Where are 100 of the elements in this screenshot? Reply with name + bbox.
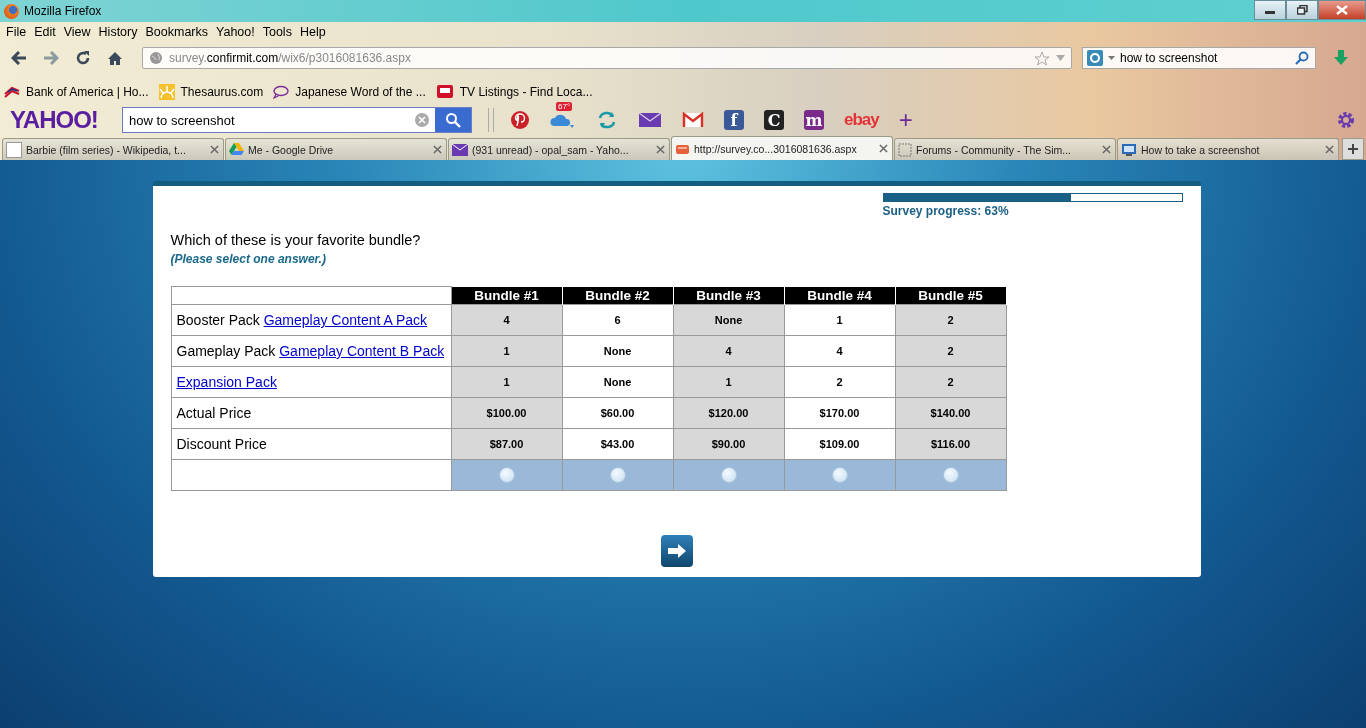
browser-tab[interactable]: Barbie (film series) - Wikipedia, t... bbox=[2, 138, 224, 160]
flame-icon bbox=[675, 142, 690, 155]
menu-item[interactable]: Help bbox=[295, 25, 330, 39]
column-header: Bundle #3 bbox=[673, 286, 784, 305]
close-icon bbox=[1336, 5, 1348, 15]
search-icon bbox=[1295, 51, 1309, 65]
radio-button[interactable] bbox=[720, 467, 737, 483]
browser-tab[interactable]: How to take a screenshot bbox=[1117, 138, 1339, 160]
table-cell: $170.00 bbox=[784, 397, 895, 429]
arrows-icon[interactable] bbox=[596, 110, 618, 130]
search-box[interactable]: how to screenshot bbox=[1082, 47, 1316, 69]
menu-item[interactable]: File bbox=[2, 25, 31, 39]
table-cell: None bbox=[673, 304, 784, 336]
reload-icon bbox=[75, 50, 91, 66]
bookmark-item[interactable]: Japanese Word of the ... bbox=[273, 85, 426, 99]
new-tab-button[interactable] bbox=[1342, 138, 1364, 160]
bookmark-item[interactable]: Bank of America | Ho... bbox=[4, 85, 149, 99]
browser-tab[interactable]: (931 unread) - opal_sam - Yaho... bbox=[448, 138, 670, 160]
table-cell: 1 bbox=[673, 366, 784, 398]
temperature-badge: 67° bbox=[556, 102, 573, 111]
address-bar[interactable]: survey.confirmit.com/wix6/p3016081636.aspx bbox=[142, 47, 1072, 69]
pack-link[interactable]: Expansion Pack bbox=[176, 374, 277, 390]
column-header: Bundle #2 bbox=[562, 286, 673, 305]
table-cell: $120.00 bbox=[673, 397, 784, 429]
settings-icon[interactable] bbox=[1336, 110, 1356, 130]
radio-button[interactable] bbox=[831, 467, 848, 483]
tab-close-icon[interactable] bbox=[1102, 145, 1111, 154]
forward-arrow-icon bbox=[43, 51, 59, 65]
menu-item[interactable]: Bookmarks bbox=[141, 25, 212, 39]
table-cell: 6 bbox=[562, 304, 673, 336]
dropdown-icon[interactable] bbox=[1056, 55, 1065, 61]
table-cell: $116.00 bbox=[895, 428, 1006, 460]
table-cell: None bbox=[562, 366, 673, 398]
speech-bubble-icon bbox=[273, 85, 290, 99]
menu-item[interactable]: History bbox=[94, 25, 142, 39]
close-button[interactable] bbox=[1318, 0, 1366, 20]
progress-label: Survey progress: 63% bbox=[882, 204, 1009, 218]
row-label: Booster Pack Gameplay Content A Pack bbox=[171, 304, 451, 336]
bookmark-item[interactable]: Thesaurus.com bbox=[158, 84, 264, 100]
bookmark-item[interactable]: TV Listings - Find Loca... bbox=[435, 84, 593, 100]
restore-button[interactable] bbox=[1286, 0, 1318, 20]
browser-tab[interactable]: http://survey.co...3016081636.aspx bbox=[671, 136, 893, 160]
table-cell: $60.00 bbox=[562, 397, 673, 429]
row-label: Gameplay Pack Gameplay Content B Pack bbox=[171, 335, 451, 367]
globe-icon bbox=[149, 51, 163, 65]
star-icon[interactable] bbox=[1034, 50, 1050, 66]
window-title: Mozilla Firefox bbox=[24, 4, 102, 18]
toolbar-button[interactable]: m bbox=[804, 110, 824, 130]
tv-icon bbox=[435, 84, 454, 100]
search-input[interactable]: how to screenshot bbox=[1120, 51, 1290, 65]
add-button[interactable]: + bbox=[898, 110, 913, 130]
menu-item[interactable]: View bbox=[59, 25, 95, 39]
table-cell: $140.00 bbox=[895, 397, 1006, 429]
table-cell: 4 bbox=[673, 335, 784, 367]
column-header: Bundle #4 bbox=[784, 286, 895, 305]
pack-link[interactable]: Gameplay Content A Pack bbox=[263, 312, 428, 328]
restore-icon bbox=[1296, 5, 1308, 15]
g-logo-icon bbox=[1087, 50, 1103, 66]
column-header: Bundle #5 bbox=[895, 286, 1006, 305]
table-cell: $43.00 bbox=[562, 428, 673, 460]
dropdown-icon bbox=[1108, 56, 1115, 60]
table-cell: 2 bbox=[895, 304, 1006, 336]
minimize-button[interactable] bbox=[1254, 0, 1286, 20]
tab-close-icon[interactable] bbox=[656, 145, 665, 154]
plus-icon bbox=[1348, 144, 1358, 154]
flag-icon bbox=[4, 86, 20, 98]
table-cell: 1 bbox=[784, 304, 895, 336]
radio-button[interactable] bbox=[498, 467, 515, 483]
menu-item[interactable]: Yahoo! bbox=[212, 25, 259, 39]
menu-item[interactable]: Tools bbox=[258, 25, 296, 39]
table-cell: $109.00 bbox=[784, 428, 895, 460]
table-cell: $87.00 bbox=[451, 428, 562, 460]
tab-close-icon[interactable] bbox=[210, 145, 219, 154]
radio-button[interactable] bbox=[942, 467, 959, 483]
toolbar-button[interactable]: f bbox=[724, 110, 744, 130]
dotted-square-icon bbox=[898, 142, 912, 157]
menu-item[interactable]: Edit bbox=[30, 25, 60, 39]
pin-icon[interactable] bbox=[510, 110, 530, 130]
next-button[interactable] bbox=[660, 535, 693, 567]
table-cell: None bbox=[562, 335, 673, 367]
radio-button[interactable] bbox=[609, 467, 626, 483]
browser-tab[interactable]: Forums - Community - The Sim... bbox=[894, 138, 1116, 160]
envelope-icon[interactable] bbox=[638, 111, 662, 129]
w-favicon-icon bbox=[6, 141, 22, 158]
tab-close-icon[interactable] bbox=[433, 145, 442, 154]
pack-link[interactable]: Gameplay Content B Pack bbox=[279, 343, 445, 359]
column-header: Bundle #1 bbox=[451, 286, 562, 305]
tab-close-icon[interactable] bbox=[1325, 145, 1334, 154]
firefox-logo-icon bbox=[4, 3, 19, 19]
row-label: Discount Price bbox=[171, 428, 451, 460]
toolbar-button[interactable]: C bbox=[764, 110, 784, 130]
instruction-text: (Please select one answer.) bbox=[170, 252, 327, 266]
tab-close-icon[interactable] bbox=[879, 144, 888, 153]
browser-tab[interactable]: Me - Google Drive bbox=[225, 138, 447, 160]
envelope-icon bbox=[452, 143, 468, 156]
yahoo-logo: YAHOO! bbox=[10, 106, 99, 134]
table-cell: 4 bbox=[784, 335, 895, 367]
envelope-icon[interactable] bbox=[682, 112, 704, 128]
table-cell: 2 bbox=[895, 335, 1006, 367]
home-icon bbox=[107, 50, 123, 66]
